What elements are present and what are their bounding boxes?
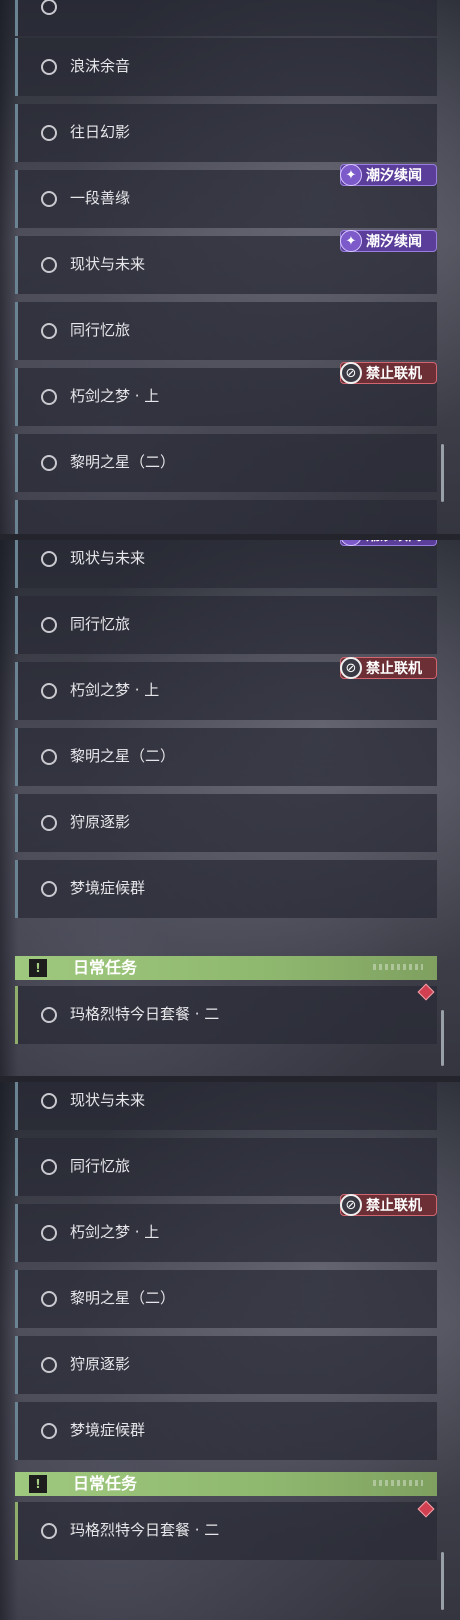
quest-status-icon xyxy=(41,59,57,75)
quest-status-icon xyxy=(41,683,57,699)
quest-row[interactable]: 同行忆旅 xyxy=(15,1138,437,1196)
quest-status-icon xyxy=(41,1523,57,1539)
quest-status-icon xyxy=(41,191,57,207)
quest-label: 同行忆旅 xyxy=(70,1157,131,1175)
quest-label: 玛格烈特今日套餐 · 二 xyxy=(70,1005,220,1023)
quest-label: 现状与未来 xyxy=(70,549,146,567)
quest-status-icon xyxy=(41,1291,57,1307)
quest-status-icon xyxy=(41,1423,57,1439)
daily-quest-row[interactable]: 玛格烈特今日套餐 · 二 xyxy=(15,1502,437,1560)
quest-row[interactable]: 同行忆旅 xyxy=(15,596,437,654)
quest-label: 黎明之星（二） xyxy=(70,1289,176,1307)
quest-label: 狩原逐影 xyxy=(70,1355,131,1373)
quest-list-panel-3: 现状与未来 同行忆旅 朽剑之梦 · 上 黎明之星（二） 狩原逐影 梦境症候群 !… xyxy=(0,1082,460,1620)
quest-row[interactable]: 狩原逐影 xyxy=(15,1336,437,1394)
quest-status-icon xyxy=(41,1225,57,1241)
quest-status-icon xyxy=(41,1357,57,1373)
header-decoration xyxy=(373,964,423,970)
quest-row[interactable]: 黎明之星（二） xyxy=(15,434,437,492)
quest-status-icon xyxy=(41,323,57,339)
tide-wave-icon: ✦ xyxy=(340,230,362,252)
no-online-badge: ⊘ 禁止联机 xyxy=(340,657,437,679)
quest-status-icon xyxy=(41,257,57,273)
tide-badge-label: 潮汐续闻 xyxy=(366,540,422,545)
header-decoration xyxy=(373,1480,423,1486)
tide-wave-icon: ✦ xyxy=(340,164,362,186)
no-online-badge-label: 禁止联机 xyxy=(366,366,422,382)
quest-status-icon xyxy=(41,125,57,141)
quest-label: 梦境症候群 xyxy=(70,1421,146,1439)
quest-status-icon xyxy=(41,749,57,765)
daily-quests-title: 日常任务 xyxy=(73,958,138,977)
quest-row[interactable]: 浪沫余音 xyxy=(15,38,437,96)
quest-status-icon xyxy=(41,617,57,633)
quest-label: 现状与未来 xyxy=(70,255,146,273)
no-online-icon: ⊘ xyxy=(340,657,362,679)
quest-row[interactable] xyxy=(15,500,437,534)
quest-label: 朽剑之梦 · 上 xyxy=(70,387,160,405)
quest-label: 梦境症候群 xyxy=(70,879,146,897)
quest-list-panel-2: 现状与未来 同行忆旅 朽剑之梦 · 上 黎明之星（二） 狩原逐影 梦境症候群 !… xyxy=(0,540,460,1076)
quest-status-icon xyxy=(41,455,57,471)
quest-row[interactable]: 现状与未来 xyxy=(15,540,437,588)
quest-row[interactable] xyxy=(15,0,437,36)
quest-label: 浪沫余音 xyxy=(70,57,131,75)
quest-label: 狩原逐影 xyxy=(70,813,131,831)
scrollbar[interactable] xyxy=(441,444,444,502)
quest-status-icon xyxy=(41,1007,57,1023)
tide-wave-icon: ✦ xyxy=(340,540,362,546)
daily-quests-title: 日常任务 xyxy=(73,1474,138,1493)
alert-icon: ! xyxy=(29,1475,47,1493)
no-online-icon: ⊘ xyxy=(340,1194,362,1216)
alert-icon: ! xyxy=(29,959,47,977)
quest-label: 往日幻影 xyxy=(70,123,131,141)
quest-label: 朽剑之梦 · 上 xyxy=(70,1223,160,1241)
quest-row[interactable]: 黎明之星（二） xyxy=(15,728,437,786)
quest-label: 黎明之星（二） xyxy=(70,453,176,471)
quest-label: 同行忆旅 xyxy=(70,321,131,339)
quest-label: 现状与未来 xyxy=(70,1091,146,1109)
tide-badge: ✦ 潮汐续闻 xyxy=(340,164,437,186)
quest-label: 一段善缘 xyxy=(70,189,131,207)
quest-row[interactable]: 往日幻影 xyxy=(15,104,437,162)
quest-status-icon xyxy=(41,0,57,15)
scrollbar[interactable] xyxy=(441,1010,444,1066)
quest-row[interactable]: 梦境症候群 xyxy=(15,860,437,918)
quest-status-icon xyxy=(41,389,57,405)
quest-status-icon xyxy=(41,881,57,897)
no-online-badge-label: 禁止联机 xyxy=(366,661,422,677)
quest-status-icon xyxy=(41,815,57,831)
tide-badge-label: 潮汐续闻 xyxy=(366,234,422,250)
quest-status-icon xyxy=(41,551,57,567)
no-online-icon: ⊘ xyxy=(340,362,362,384)
tide-badge: ✦ 潮汐续闻 xyxy=(340,540,437,546)
quest-label: 朽剑之梦 · 上 xyxy=(70,681,160,699)
quest-row[interactable]: 现状与未来 xyxy=(15,1082,437,1130)
quest-status-icon xyxy=(41,1159,57,1175)
no-online-badge-label: 禁止联机 xyxy=(366,1198,422,1214)
no-online-badge: ⊘ 禁止联机 xyxy=(340,1194,437,1216)
quest-label: 同行忆旅 xyxy=(70,615,131,633)
quest-row[interactable]: 狩原逐影 xyxy=(15,794,437,852)
quest-list-panel-1: 浪沫余音 往日幻影 一段善缘 现状与未来 同行忆旅 朽剑之梦 · 上 黎明之星（… xyxy=(0,0,460,534)
quest-row[interactable]: 同行忆旅 xyxy=(15,302,437,360)
quest-label: 玛格烈特今日套餐 · 二 xyxy=(70,1521,220,1539)
quest-row[interactable]: 黎明之星（二） xyxy=(15,1270,437,1328)
daily-quest-row[interactable]: 玛格烈特今日套餐 · 二 xyxy=(15,986,437,1044)
tide-badge: ✦ 潮汐续闻 xyxy=(340,230,437,252)
scrollbar[interactable] xyxy=(441,1552,444,1610)
quest-status-icon xyxy=(41,1093,57,1109)
quest-label: 黎明之星（二） xyxy=(70,747,176,765)
quest-row[interactable]: 梦境症候群 xyxy=(15,1402,437,1460)
daily-quests-header[interactable]: ! 日常任务 xyxy=(15,1472,437,1496)
no-online-badge: ⊘ 禁止联机 xyxy=(340,362,437,384)
daily-quests-header[interactable]: ! 日常任务 xyxy=(15,956,437,980)
tide-badge-label: 潮汐续闻 xyxy=(366,168,422,184)
